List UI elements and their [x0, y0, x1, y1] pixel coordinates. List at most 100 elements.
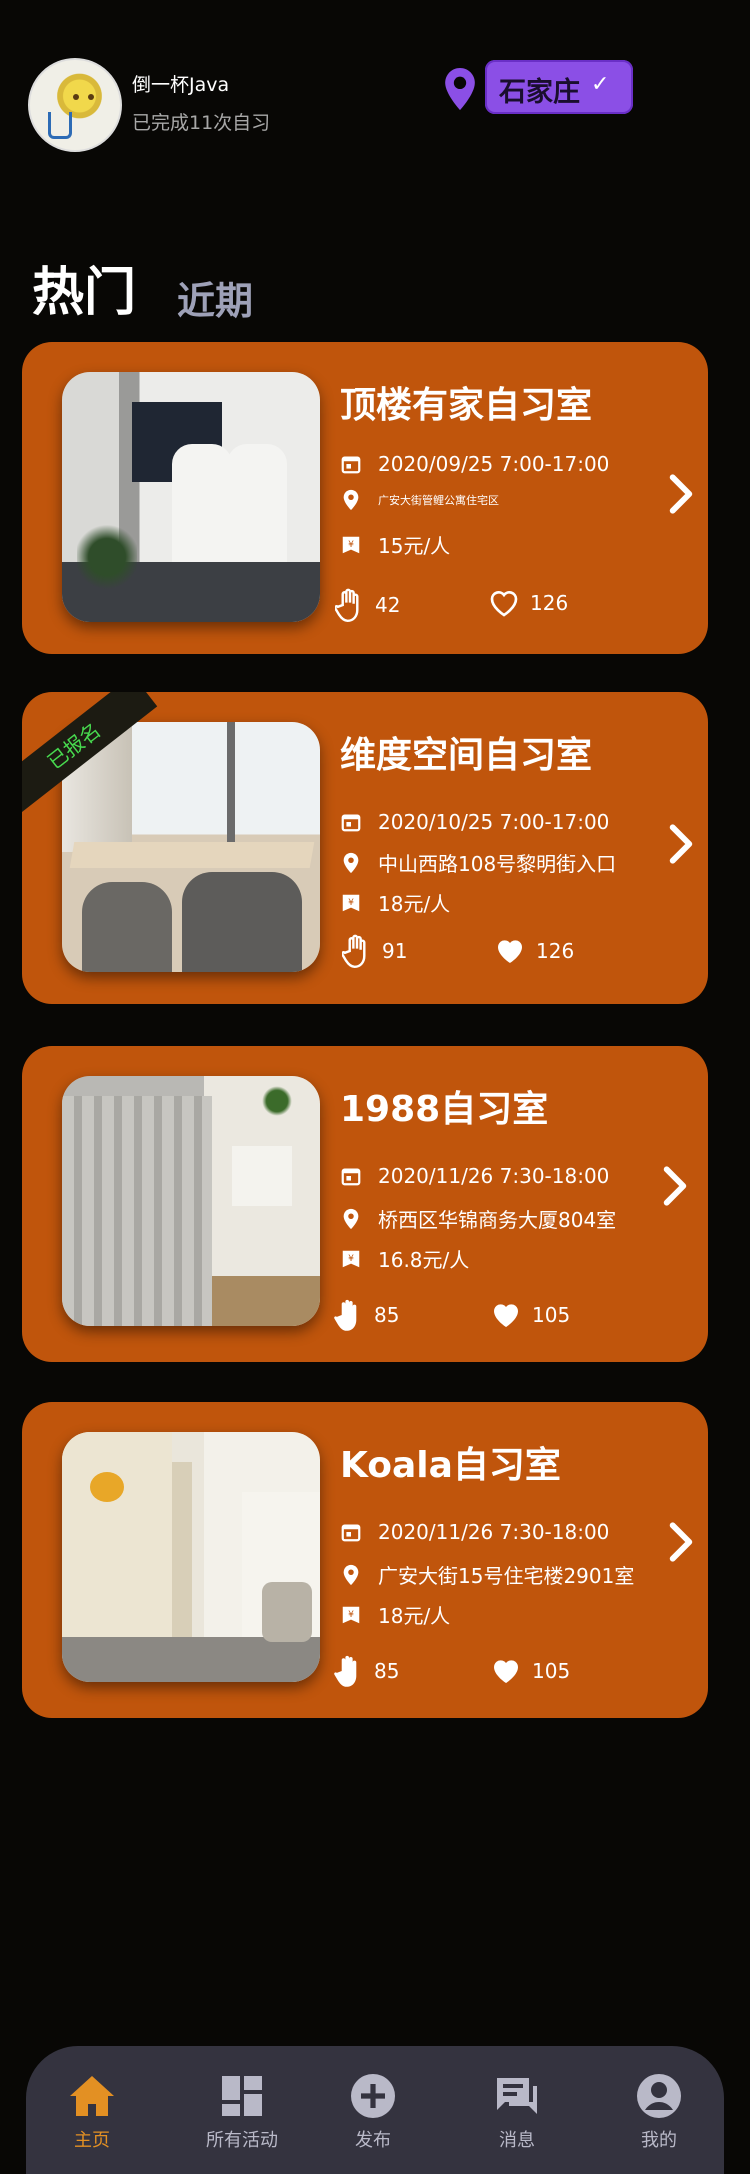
study-room-card[interactable]: Koala自习室 2020/11/26 7:30-18:00 广安大街15号住宅…	[22, 1402, 708, 1718]
price-tag-icon: ¥	[342, 536, 360, 553]
calendar-icon	[341, 1524, 361, 1542]
price-text: 18元/人	[378, 1604, 451, 1628]
address-row: 桥西区华锦商务大厦804室	[340, 1204, 616, 1233]
price-row: ¥ 16.8元/人	[340, 1244, 469, 1273]
like-count-value: 105	[532, 1303, 571, 1327]
hand-icon	[335, 588, 359, 622]
room-title: Koala自习室	[340, 1445, 561, 1486]
nav-mine[interactable]: 我的	[604, 2072, 714, 2152]
nav-all-activities[interactable]: 所有活动	[187, 2072, 297, 2152]
signup-count-value: 85	[374, 1659, 400, 1683]
chevron-right-icon[interactable]	[668, 474, 694, 514]
datetime-row: 2020/09/25 7:00-17:00	[340, 452, 609, 476]
nav-mine-label: 我的	[641, 2130, 677, 2151]
heart-filled-icon	[498, 940, 522, 963]
price-tag-icon: ¥	[342, 1250, 360, 1267]
svg-text:¥: ¥	[348, 1608, 354, 1619]
room-title: 维度空间自习室	[340, 735, 593, 776]
datetime-row: 2020/11/26 7:30-18:00	[340, 1520, 609, 1544]
address-text: 广安大街管鲤公寓住宅区	[378, 494, 499, 507]
heart-filled-icon	[494, 1660, 518, 1683]
signup-count[interactable]: 42	[335, 588, 400, 622]
price-row: ¥ 18元/人	[340, 1600, 450, 1629]
study-room-card[interactable]: 1988自习室 2020/11/26 7:30-18:00 桥西区华锦商务大厦8…	[22, 1046, 708, 1362]
tab-hot[interactable]: 热门	[32, 250, 136, 325]
heart-filled-icon	[494, 1304, 518, 1327]
price-text: 15元/人	[378, 534, 451, 558]
signup-count[interactable]: 91	[342, 934, 407, 968]
location-icon	[343, 489, 359, 511]
room-photo	[62, 722, 320, 972]
study-room-card[interactable]: 已报名 维度空间自习室 2020/10/25 7:00-17:00 中山西路10…	[22, 692, 708, 1004]
nav-all-activities-label: 所有活动	[206, 2130, 278, 2151]
nav-publish-label: 发布	[355, 2130, 391, 2151]
price-text: 18元/人	[378, 892, 451, 916]
avatar[interactable]	[28, 58, 122, 152]
header: 倒一杯Java 已完成11次自习 石家庄 ✓	[0, 0, 750, 160]
address-row: 广安大街管鲤公寓住宅区	[340, 489, 499, 511]
svg-text:¥: ¥	[348, 538, 354, 549]
hand-filled-icon	[334, 1299, 357, 1331]
price-row: ¥ 15元/人	[340, 530, 450, 559]
calendar-icon	[341, 814, 361, 832]
study-room-card[interactable]: 顶楼有家自习室 2020/09/25 7:00-17:00 广安大街管鲤公寓住宅…	[22, 342, 708, 654]
hand-icon	[342, 934, 366, 968]
tab-recent[interactable]: 近期	[177, 270, 253, 325]
city-selector-button[interactable]: 石家庄 ✓	[485, 60, 633, 114]
like-count-value: 126	[530, 591, 569, 615]
signup-count[interactable]: 85	[334, 1298, 399, 1332]
signup-count[interactable]: 85	[334, 1654, 399, 1688]
account-icon	[637, 2074, 681, 2118]
completed-count: 已完成11次自习	[132, 112, 271, 134]
username: 倒一杯Java	[132, 74, 230, 96]
svg-text:¥: ¥	[348, 1252, 354, 1263]
chevron-right-icon[interactable]	[668, 824, 694, 864]
nav-home[interactable]: 主页	[37, 2072, 147, 2152]
bottom-nav: 主页 所有活动 发布 消息 我的	[26, 2046, 724, 2174]
home-icon	[70, 2076, 114, 2116]
room-photo	[62, 1432, 320, 1682]
datetime-text: 2020/09/25 7:00-17:00	[378, 452, 610, 476]
hand-filled-icon	[334, 1655, 357, 1687]
datetime-row: 2020/10/25 7:00-17:00	[340, 810, 609, 834]
address-text: 中山西路108号黎明街入口	[378, 852, 617, 876]
signup-count-value: 91	[382, 939, 408, 963]
nav-messages[interactable]: 消息	[462, 2072, 572, 2152]
heart-outline-icon	[490, 591, 518, 617]
like-count[interactable]: 105	[490, 1656, 570, 1686]
location-icon	[343, 1564, 359, 1585]
city-label: 石家庄	[499, 77, 580, 108]
datetime-text: 2020/11/26 7:30-18:00	[378, 1164, 610, 1188]
signup-count-value: 85	[374, 1303, 400, 1327]
dashboard-icon	[222, 2076, 262, 2116]
price-row: ¥ 18元/人	[340, 888, 450, 917]
location-icon	[343, 852, 359, 873]
price-tag-icon: ¥	[342, 894, 360, 911]
plus-circle-icon	[351, 2074, 395, 2118]
location-icon	[343, 1208, 359, 1229]
room-photo	[62, 1076, 320, 1326]
nav-messages-label: 消息	[499, 2130, 535, 2151]
svg-text:¥: ¥	[348, 896, 354, 907]
like-count-value: 105	[532, 1659, 571, 1683]
address-text: 桥西区华锦商务大厦804室	[378, 1208, 617, 1232]
signup-count-value: 42	[375, 593, 401, 617]
room-title: 1988自习室	[340, 1089, 549, 1130]
check-icon: ✓	[591, 72, 610, 97]
nav-publish[interactable]: 发布	[318, 2072, 428, 2152]
address-text: 广安大街15号住宅楼2901室	[378, 1564, 635, 1588]
room-photo	[62, 372, 320, 622]
chevron-right-icon[interactable]	[662, 1166, 688, 1206]
datetime-text: 2020/10/25 7:00-17:00	[378, 810, 610, 834]
like-count[interactable]: 126	[494, 936, 574, 966]
price-text: 16.8元/人	[378, 1248, 470, 1272]
nav-home-label: 主页	[74, 2130, 110, 2151]
chevron-right-icon[interactable]	[668, 1522, 694, 1562]
like-count[interactable]: 126	[488, 588, 568, 618]
price-tag-icon: ¥	[342, 1606, 360, 1623]
calendar-icon	[341, 1168, 361, 1186]
like-count[interactable]: 105	[490, 1300, 570, 1330]
datetime-row: 2020/11/26 7:30-18:00	[340, 1164, 609, 1188]
address-row: 中山西路108号黎明街入口	[340, 848, 616, 877]
like-count-value: 126	[536, 939, 575, 963]
